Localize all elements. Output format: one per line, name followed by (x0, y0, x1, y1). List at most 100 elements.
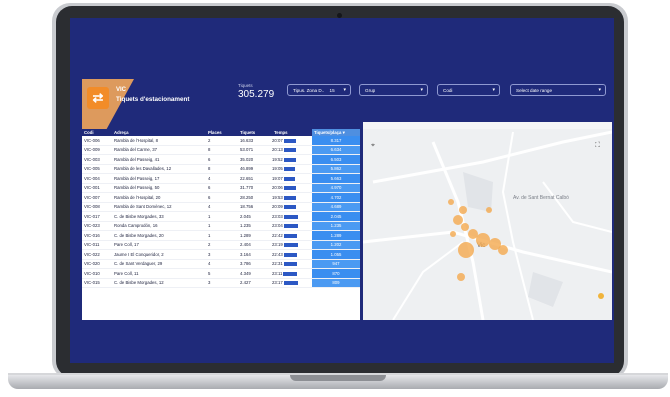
table-row[interactable]: VIC-015 C. de Bisbe Morgades, 12 3 2.427 23:… (82, 278, 360, 288)
time-cell: 19:52 (272, 154, 312, 165)
column-header-temps[interactable]: Temps (272, 129, 312, 136)
map-bubble (498, 245, 508, 255)
tickets-cell: 31.770 (238, 183, 272, 193)
column-header-adreca[interactable]: Adreça (112, 129, 206, 136)
places-cell: 8 (206, 145, 238, 155)
address-cell: Rambla del Passeig, 17 (112, 173, 206, 184)
time-cell: 22:42 (272, 230, 312, 241)
time-bar (283, 195, 296, 200)
address-cell: Rambla de Sant Domènec, 12 (112, 202, 206, 212)
filter-code-label: Codi (443, 88, 453, 93)
time-value: 22:43 (272, 251, 283, 257)
table-row[interactable]: VIC-010 Pare Coll, 11 5 4.349 23:11 870 (82, 268, 360, 279)
address-cell: Rambla del Carme, 37 (112, 145, 206, 155)
parking-logo-icon: ⇄ (87, 87, 109, 109)
places-cell: 4 (206, 173, 238, 184)
chevron-down-icon: ▾ (420, 87, 423, 93)
tickets-cell: 2.045 (238, 211, 272, 222)
column-header-places[interactable]: Places (206, 129, 238, 136)
time-bar (283, 271, 298, 276)
time-cell: 23:04 (272, 221, 312, 231)
filter-group[interactable]: Grup ▾ (359, 84, 428, 96)
column-header-codi[interactable]: Codi (82, 129, 112, 136)
tickets-per-place-cell: 5.862 (312, 164, 360, 174)
map-bubble (458, 242, 474, 258)
table-row[interactable]: VIC-006 Rambla de l'Hospital, 8 2 16.633 20:… (82, 136, 360, 146)
map-bubble (453, 215, 463, 225)
address-cell: Rambla del Passeig, 50 (112, 183, 206, 193)
map-canvas: Av. de Sant Bernat Calbó Vic (363, 129, 612, 320)
places-cell: 4 (206, 259, 238, 269)
time-value: 23:19 (272, 242, 283, 248)
table-row[interactable]: VIC-016 C. de Bisbe Morgades, 20 1 1.289 22:… (82, 230, 360, 241)
places-cell: 1 (206, 211, 238, 222)
tickets-cell: 2.427 (238, 278, 272, 288)
map-bubble (461, 223, 469, 231)
tickets-per-place-cell: 6.634 (312, 145, 360, 155)
tickets-cell: 1.289 (238, 230, 272, 241)
table-row[interactable]: VIC-003 Rambla del Passeig, 41 6 35.020 19:5… (82, 154, 360, 165)
city-title: VIC (116, 87, 127, 93)
time-value: 20:07 (272, 137, 283, 143)
tickets-cell: 1.235 (238, 221, 272, 231)
codi-cell: VIC-004 (82, 173, 112, 184)
table-row[interactable]: VIC-009 Rambla del Carme, 37 8 53.071 20:13 6… (82, 145, 360, 155)
map-street-label: Av. de Sant Bernat Calbó (513, 195, 569, 201)
time-value: 20:09 (272, 204, 283, 210)
time-value: 23:11 (272, 270, 283, 276)
tickets-cell: 35.020 (238, 154, 272, 165)
address-cell: Rambla de les Davallades, 12 (112, 164, 206, 174)
table-row[interactable]: VIC-005 Rambla de les Davallades, 12 8 46.8… (82, 164, 360, 174)
tickets-per-place-cell: 4.689 (312, 202, 360, 212)
places-cell: 5 (206, 268, 238, 279)
time-cell: 23:19 (272, 240, 312, 250)
kpi-value: 305.279 (238, 89, 275, 100)
address-cell: Rambla del Passeig, 41 (112, 154, 206, 165)
table-row[interactable]: VIC-023 Ronda Camprodón, 16 1 1.235 23:04 1.2… (82, 221, 360, 231)
places-cell: 6 (206, 183, 238, 193)
codi-cell: VIC-007 (82, 192, 112, 203)
chevron-down-icon: ▾ (598, 87, 601, 93)
table-row[interactable]: VIC-008 Rambla de Sant Domènec, 12 4 18.756… (82, 202, 360, 212)
table-row[interactable]: VIC-020 C. de Sant Verdaguer, 29 4 3.786 22:… (82, 259, 360, 269)
table-row[interactable]: VIC-022 Jaume I El Conqueridor, 2 3 3.164 22… (82, 249, 360, 260)
time-cell: 23:11 (272, 268, 312, 279)
date-range-filter[interactable]: Select date range ▾ (510, 84, 606, 96)
time-value: 19:53 (272, 194, 283, 200)
table-row[interactable]: VIC-017 C. de Bisbe Morgades, 33 1 2.045 23:… (82, 211, 360, 222)
column-header-tiquets-placa[interactable]: Tiquets/plaça ▾ (312, 129, 360, 136)
codi-cell: VIC-023 (82, 221, 112, 231)
tickets-per-place-cell: 1.289 (312, 230, 360, 241)
tickets-cell: 46.899 (238, 164, 272, 174)
table-row[interactable]: VIC-004 Rambla del Passeig, 17 4 22.651 19:0… (82, 173, 360, 184)
report-header: ⇄ VIC Tiquets d'estacionament Tiquets 30… (82, 79, 612, 174)
time-value: 23:03 (272, 213, 283, 219)
codi-cell: VIC-020 (82, 259, 112, 269)
codi-cell: VIC-022 (82, 249, 112, 260)
filter-zone-type[interactable]: Tipus. Zona D.. 15 ▾ (287, 84, 351, 96)
time-bar (283, 167, 295, 172)
map-bubble (486, 207, 492, 213)
fullscreen-icon[interactable]: ⛶ (595, 141, 600, 149)
laptop-notch (290, 375, 386, 381)
address-cell: C. de Bisbe Morgades, 12 (112, 278, 206, 288)
codi-cell: VIC-015 (82, 278, 112, 288)
parking-table: Codi Adreça Places Tiquets Temps Tiquets… (82, 129, 360, 320)
time-bar (283, 243, 298, 248)
places-cell: 2 (206, 136, 238, 146)
table-row[interactable]: VIC-001 Rambla del Passeig, 50 6 31.770 20:0… (82, 183, 360, 193)
report-title: Tiquets d'estacionament (116, 96, 190, 103)
table-row[interactable]: VIC-011 Pare Coll, 17 2 2.404 23:19 1.202 (82, 240, 360, 250)
column-header-tiquets[interactable]: Tiquets (238, 129, 272, 136)
table-row[interactable]: VIC-007 Rambla de l'Hospital, 20 6 28.250 19… (82, 192, 360, 203)
places-cell: 6 (206, 154, 238, 165)
codi-cell: VIC-008 (82, 202, 112, 212)
filter-code[interactable]: Codi ▾ (437, 84, 500, 96)
parking-map[interactable]: Av. de Sant Bernat Calbó Vic (363, 122, 612, 320)
pegman-icon[interactable] (598, 293, 604, 299)
time-cell: 19:53 (272, 192, 312, 203)
map-locate-icon[interactable]: ⌖ (371, 141, 375, 149)
places-cell: 1 (206, 230, 238, 241)
address-cell: Rambla de l'Hospital, 20 (112, 192, 206, 203)
time-bar (283, 205, 297, 210)
